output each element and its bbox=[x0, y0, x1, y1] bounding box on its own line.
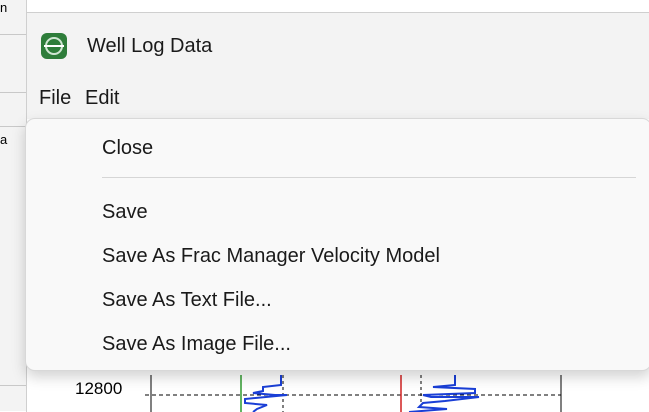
background-window-strip: n a bbox=[0, 0, 27, 411]
window-title: Well Log Data bbox=[87, 35, 213, 57]
background-divider bbox=[0, 126, 26, 127]
background-divider bbox=[0, 92, 26, 93]
log-trace-2 bbox=[408, 375, 480, 412]
menu-separator bbox=[102, 177, 636, 178]
menu-item-save[interactable]: Save bbox=[102, 201, 148, 224]
menu-item-save-as-frac-manager-velocity-model[interactable]: Save As Frac Manager Velocity Model bbox=[102, 245, 440, 268]
well-log-app-icon bbox=[41, 33, 67, 59]
menu-file[interactable]: File bbox=[37, 87, 73, 110]
file-menu-dropdown: Close Save Save As Frac Manager Velocity… bbox=[25, 118, 649, 371]
menu-edit[interactable]: Edit bbox=[83, 87, 121, 110]
background-text-fragment: n bbox=[0, 0, 8, 15]
log-trace-1 bbox=[244, 375, 288, 412]
title-bar[interactable]: Well Log Data bbox=[27, 13, 649, 77]
menu-bar: File Edit bbox=[27, 77, 649, 120]
menu-item-close[interactable]: Close bbox=[102, 137, 153, 160]
menu-item-save-as-image-file[interactable]: Save As Image File... bbox=[102, 333, 291, 356]
background-divider bbox=[0, 385, 26, 386]
background-divider bbox=[0, 34, 26, 35]
menu-item-save-as-text-file[interactable]: Save As Text File... bbox=[102, 289, 272, 312]
background-text-fragment: a bbox=[0, 132, 8, 147]
